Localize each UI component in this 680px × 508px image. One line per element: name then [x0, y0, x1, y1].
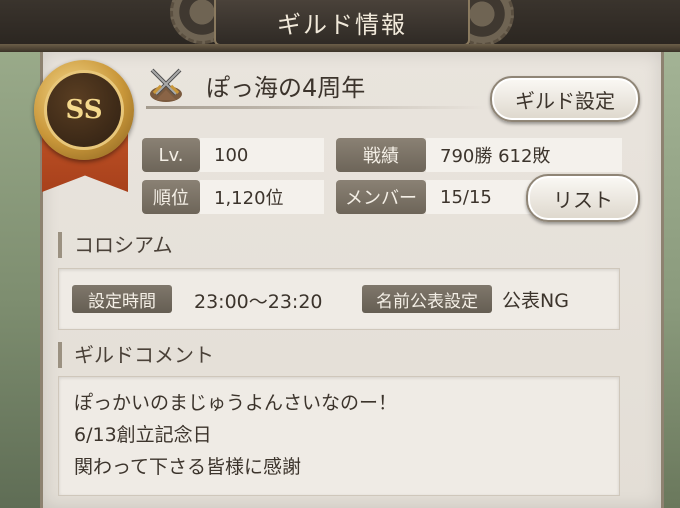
comment-line: 関わって下さる皆様に感謝 — [74, 456, 302, 478]
header-title-tab: ギルド情報 — [214, 0, 470, 46]
time-label: 設定時間 — [72, 285, 172, 313]
rank-badge-label: SS — [44, 70, 124, 150]
member-list-button[interactable]: リスト — [526, 174, 640, 222]
rank-label: 順位 — [142, 180, 200, 214]
rank-badge: SS — [34, 60, 134, 160]
public-name-label: 名前公表設定 — [362, 285, 492, 313]
guild-name: ぽっ海の4周年 — [206, 74, 366, 102]
guild-name-underline — [146, 106, 486, 109]
level-value: 100 — [200, 138, 324, 172]
comment-line: ぽっかいのまじゅうよんさいなのー！ — [74, 392, 398, 414]
page-title: ギルド情報 — [277, 10, 407, 39]
colosseum-heading: コロシアム — [58, 232, 173, 258]
comment-line: 6/13創立記念日 — [74, 424, 212, 446]
rank-value: 1,120位 — [200, 180, 324, 214]
guild-comment-heading: ギルドコメント — [58, 342, 214, 368]
record-label: 戦績 — [336, 138, 426, 172]
guild-settings-button[interactable]: ギルド設定 — [490, 76, 640, 122]
public-name-value: 公表NG — [502, 290, 569, 312]
header-rail — [0, 44, 680, 52]
members-label: メンバー — [336, 180, 426, 214]
time-value: 23:00～23:20 — [194, 291, 323, 313]
crossed-swords-icon — [150, 68, 182, 102]
record-value: 790勝 612敗 — [426, 138, 622, 172]
members-value: 15/15 — [426, 180, 536, 214]
level-label: Lv. — [142, 138, 200, 172]
